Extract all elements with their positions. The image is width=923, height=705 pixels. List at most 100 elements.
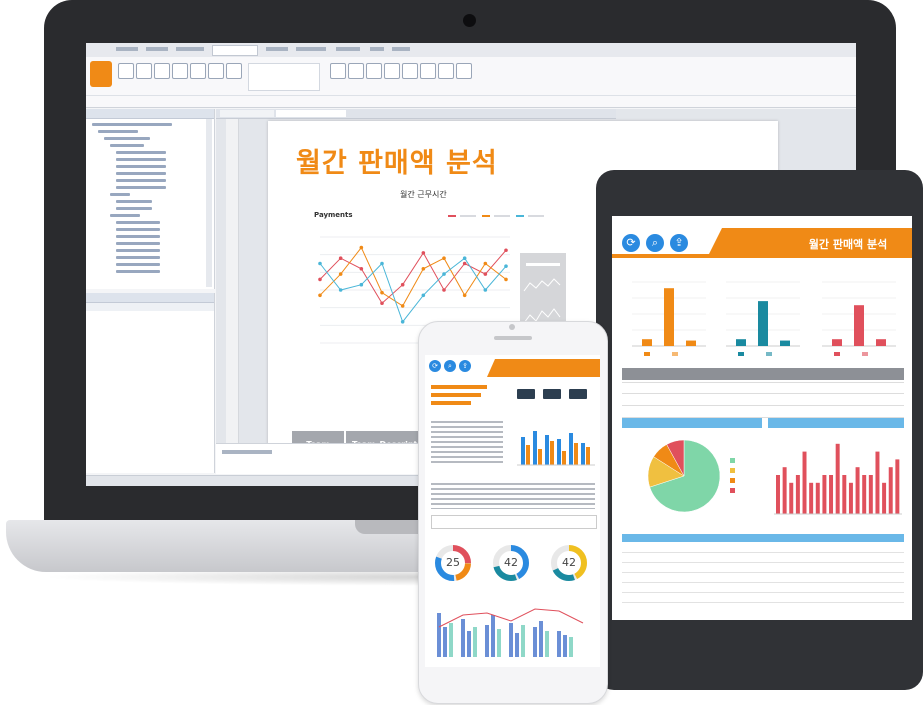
ribbon-button[interactable] — [154, 63, 170, 79]
ribbon-tab[interactable] — [392, 47, 410, 51]
ribbon-tab[interactable] — [146, 47, 168, 51]
tree-item[interactable] — [116, 235, 160, 238]
ribbon-button[interactable] — [172, 63, 188, 79]
bar — [832, 339, 842, 346]
ribbon-button[interactable] — [438, 63, 454, 79]
bar — [835, 443, 840, 514]
ribbon-tab[interactable] — [336, 47, 360, 51]
ribbon-tab[interactable] — [176, 47, 204, 51]
tree-item[interactable] — [92, 123, 172, 126]
ribbon-tab[interactable] — [296, 47, 326, 51]
phone-screen: ⟳ ⌕ ⇪ 25 42 42 — [425, 355, 600, 667]
legend-swatch — [482, 215, 490, 217]
data-point — [380, 290, 384, 295]
tree-item[interactable] — [116, 263, 160, 266]
kpi-value — [543, 389, 561, 399]
data-point — [318, 277, 322, 282]
legend-swatch — [448, 215, 456, 217]
data-point — [380, 301, 384, 306]
kpi-value — [569, 389, 587, 399]
ribbon-button[interactable] — [420, 63, 436, 79]
ribbon-divider — [86, 95, 856, 96]
tree-item[interactable] — [116, 270, 160, 273]
bar — [822, 475, 827, 514]
ribbon-tab-active[interactable] — [212, 45, 258, 56]
tree-item[interactable] — [98, 130, 138, 133]
ribbon-button[interactable] — [384, 63, 400, 79]
legend-swatch — [516, 215, 524, 217]
doc-tab[interactable] — [220, 110, 274, 117]
bar — [868, 475, 873, 514]
bar — [848, 482, 853, 514]
refresh-icon[interactable]: ⟳ — [622, 234, 640, 252]
tree-item[interactable] — [110, 144, 144, 147]
bars-section-header — [768, 418, 904, 428]
bottom-table-header — [622, 534, 904, 542]
ribbon-button[interactable] — [348, 63, 364, 79]
tree-item[interactable] — [116, 242, 160, 245]
ribbon-tab[interactable] — [370, 47, 384, 51]
props-pane-header — [86, 293, 214, 303]
doc-tab-active[interactable] — [276, 110, 346, 117]
tree-item[interactable] — [116, 151, 166, 154]
ribbon-toolbar — [86, 57, 856, 108]
data-point — [359, 267, 364, 271]
data-point — [400, 282, 405, 287]
tree-item[interactable] — [116, 200, 152, 203]
data-point — [462, 261, 467, 266]
tree-item[interactable] — [116, 165, 166, 168]
export-icon[interactable]: ⇪ — [670, 234, 688, 252]
data-point — [483, 261, 488, 266]
pie-section-header — [622, 418, 762, 428]
data-point — [338, 272, 343, 276]
ribbon-button[interactable] — [456, 63, 472, 79]
ribbon-button[interactable] — [402, 63, 418, 79]
bar — [795, 475, 800, 514]
tree-item[interactable] — [116, 172, 166, 175]
bar — [776, 475, 780, 514]
text-paragraph-wide — [431, 483, 595, 509]
tree-item[interactable] — [116, 249, 160, 252]
mini-table — [431, 515, 597, 529]
phone-search-icon[interactable]: ⌕ — [444, 360, 456, 372]
legend-swatch — [644, 352, 650, 356]
ribbon-tab[interactable] — [116, 47, 138, 51]
tree-item[interactable] — [116, 207, 152, 210]
data-point — [318, 293, 322, 298]
camera — [463, 14, 476, 27]
phone-mini-bar-chart — [517, 431, 595, 466]
phone-menu-icon[interactable]: ⟳ — [429, 360, 441, 372]
new-report-button[interactable] — [90, 61, 112, 87]
properties-pane — [86, 293, 215, 473]
tree-item[interactable] — [116, 228, 160, 231]
ribbon-button[interactable] — [226, 63, 242, 79]
data-point — [483, 288, 488, 292]
data-point — [338, 288, 343, 292]
search-icon[interactable]: ⌕ — [646, 234, 664, 252]
legend-swatch — [834, 352, 840, 356]
data-point — [400, 320, 405, 324]
tree-item[interactable] — [104, 137, 150, 140]
pie-chart — [647, 439, 735, 513]
ribbon-button[interactable] — [366, 63, 382, 79]
tree-item[interactable] — [116, 186, 166, 189]
ribbon-button[interactable] — [330, 63, 346, 79]
ribbon-button[interactable] — [118, 63, 134, 79]
tree-item[interactable] — [110, 214, 140, 217]
bar — [895, 459, 900, 514]
tree-item[interactable] — [116, 221, 160, 224]
tree-item[interactable] — [110, 193, 130, 196]
ribbon-tab[interactable] — [266, 47, 288, 51]
ribbon-button[interactable] — [208, 63, 224, 79]
legend-swatch — [730, 488, 735, 493]
tree-scrollbar[interactable] — [206, 119, 212, 287]
tree-item[interactable] — [116, 256, 160, 259]
ribbon-button[interactable] — [136, 63, 152, 79]
legend-label-line — [494, 215, 510, 217]
tree-item[interactable] — [116, 179, 166, 182]
tree-item[interactable] — [116, 158, 166, 161]
legend-label-line — [460, 215, 476, 217]
text-paragraph — [431, 421, 503, 463]
ribbon-button[interactable] — [190, 63, 206, 79]
phone-share-icon[interactable]: ⇪ — [459, 360, 471, 372]
